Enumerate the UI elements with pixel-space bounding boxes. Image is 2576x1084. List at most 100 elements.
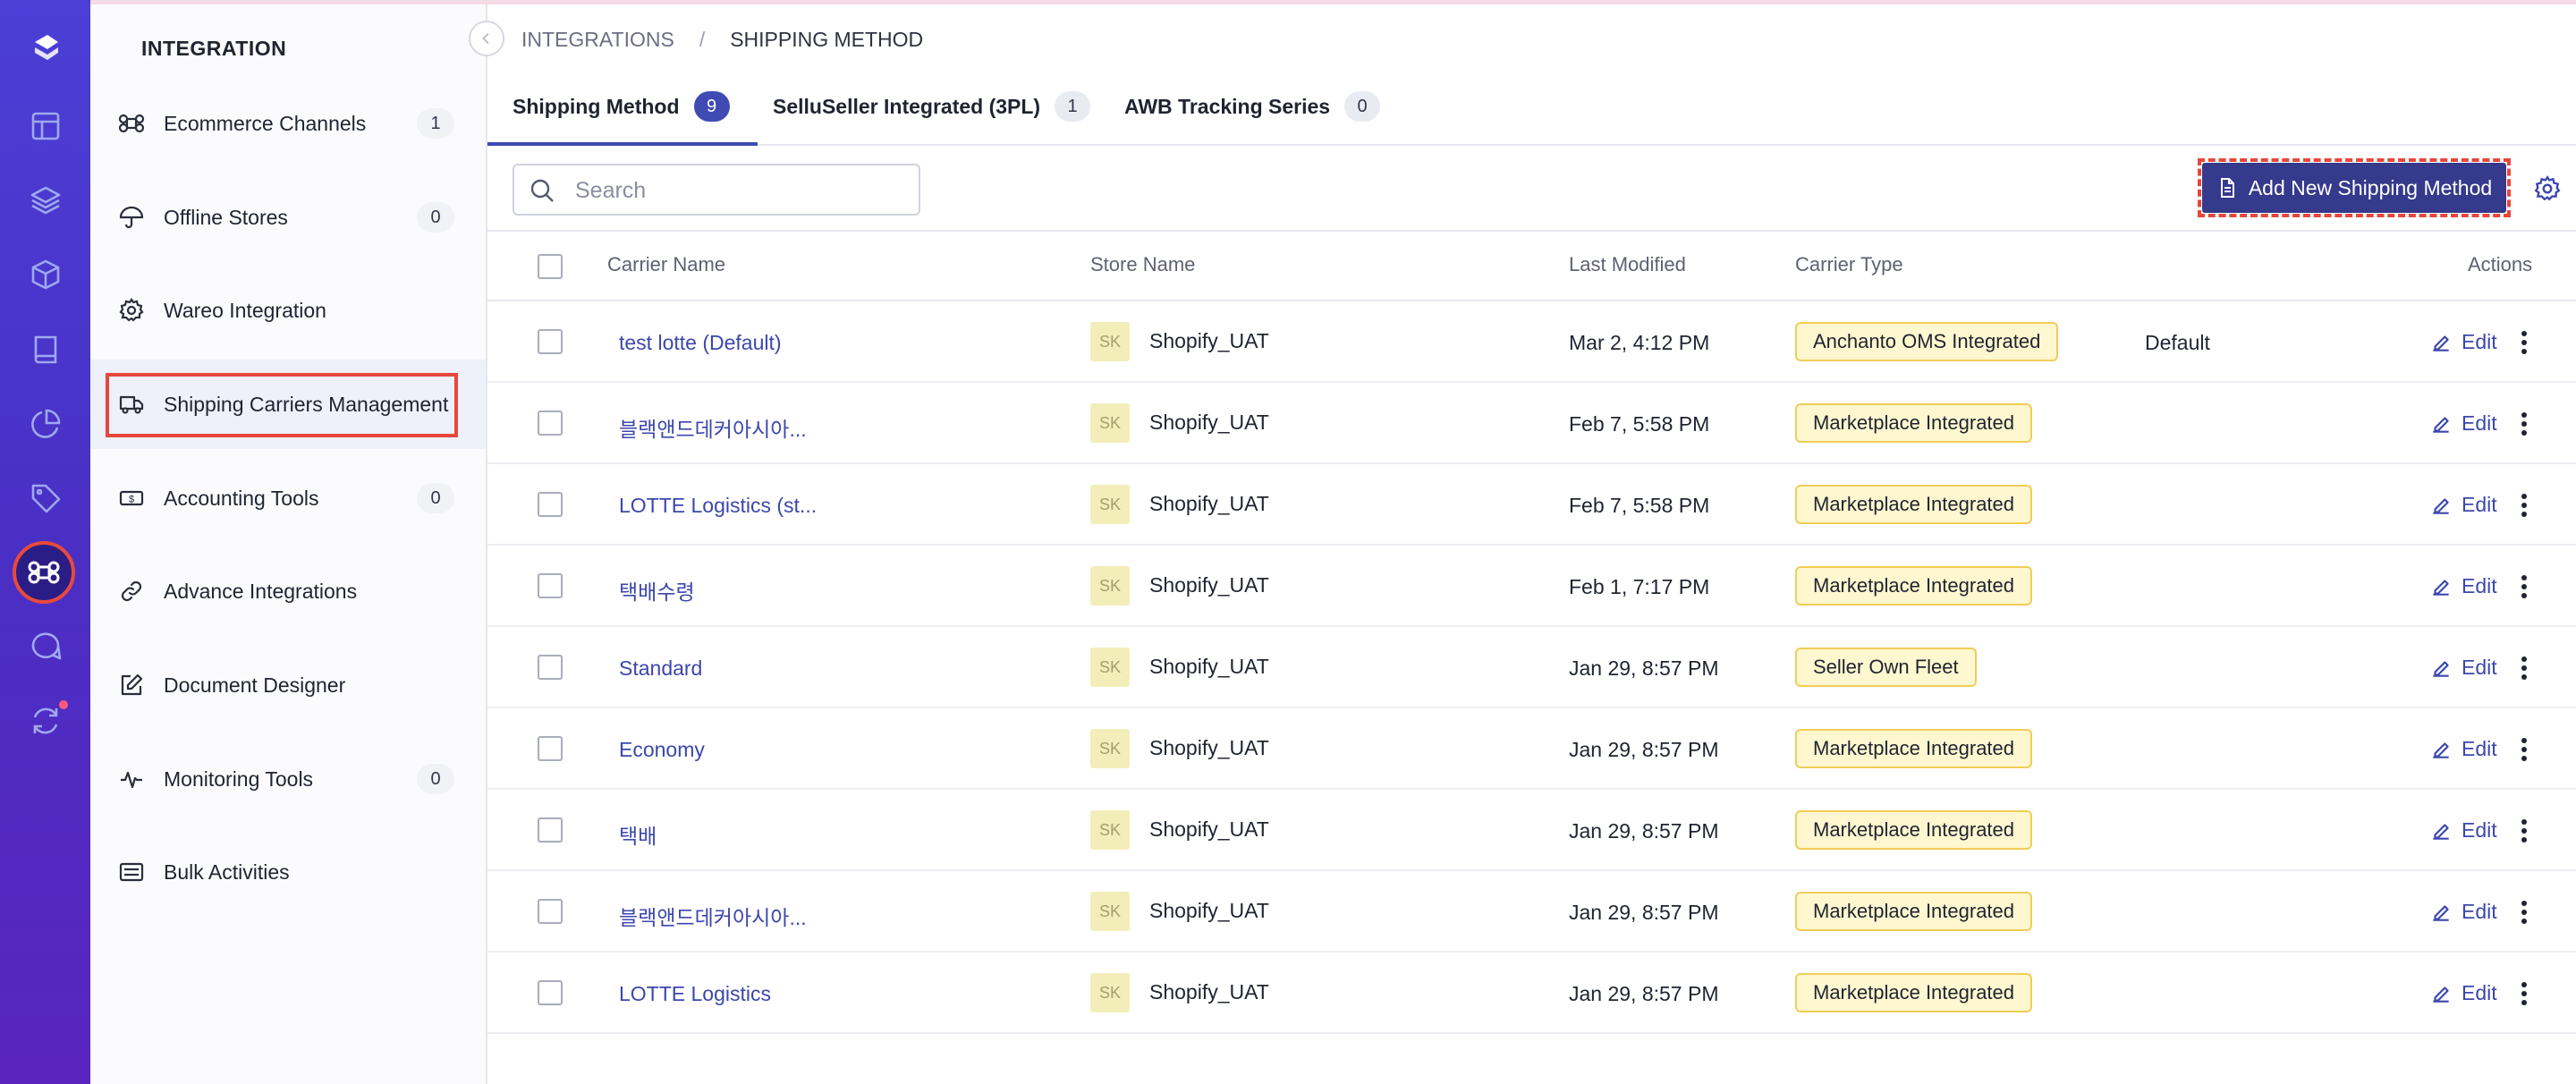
more-options-icon[interactable]	[2520, 573, 2529, 600]
row-checkbox[interactable]	[538, 817, 563, 843]
edit-button[interactable]: Edit	[2429, 411, 2497, 436]
more-options-icon[interactable]	[2520, 492, 2529, 519]
sidebar-item-monitoring-tools[interactable]: Monitoring Tools 0	[90, 734, 486, 824]
more-options-icon[interactable]	[2520, 655, 2529, 682]
more-options-icon[interactable]	[2520, 980, 2529, 1007]
app-icon-rail	[0, 0, 90, 1084]
carrier-type-badge: Seller Own Fleet	[1795, 648, 1977, 687]
chat-icon[interactable]	[0, 615, 90, 678]
table-row: Standard SK Shopify_UAT Jan 29, 8:57 PM Sell…	[487, 627, 2576, 708]
last-modified: Jan 29, 8:57 PM	[1569, 982, 1719, 1005]
more-options-icon[interactable]	[2520, 899, 2529, 926]
breadcrumb-integrations[interactable]: INTEGRATIONS	[521, 28, 674, 52]
sidebar-item-count: 0	[417, 483, 454, 513]
sidebar-item-bulk-activities[interactable]: Bulk Activities	[90, 827, 486, 917]
sidebar-item-label: Ecommerce Channels	[164, 111, 367, 135]
edit-button[interactable]: Edit	[2429, 574, 2497, 598]
row-checkbox[interactable]	[538, 573, 563, 598]
tab-count: 1	[1055, 91, 1091, 122]
gear-icon[interactable]	[2533, 174, 2562, 203]
row-checkbox[interactable]	[538, 411, 563, 436]
layers-icon[interactable]	[0, 169, 90, 232]
sidebar-item-ecommerce-channels[interactable]: Ecommerce Channels 1	[90, 79, 486, 168]
row-checkbox[interactable]	[538, 655, 563, 680]
store-name: Shopify_UAT	[1149, 573, 1269, 597]
row-checkbox[interactable]	[538, 899, 563, 924]
tab-count: 0	[1344, 91, 1381, 122]
carrier-name-link[interactable]: LOTTE Logistics	[619, 982, 771, 1006]
carrier-name-link[interactable]: 택배수령	[619, 575, 695, 606]
more-options-icon[interactable]	[2520, 817, 2529, 844]
command-icon	[28, 561, 60, 584]
edit-label: Edit	[2462, 818, 2497, 842]
book-icon[interactable]	[0, 318, 90, 381]
sidebar-item-label: Offline Stores	[164, 205, 288, 229]
carrier-name-link[interactable]: Economy	[619, 738, 705, 762]
pencil-icon	[2433, 579, 2449, 596]
header-store-name[interactable]: Store Name	[1090, 253, 1195, 276]
sidebar-item-advance-integrations[interactable]: Advance Integrations	[90, 546, 486, 636]
sync-icon[interactable]	[0, 690, 90, 752]
tab-shipping-method[interactable]: Shipping Method 9	[513, 67, 730, 146]
pencil-icon	[2433, 986, 2449, 1003]
sidebar-item-offline-stores[interactable]: Offline Stores 0	[90, 173, 486, 262]
last-modified: Jan 29, 8:57 PM	[1569, 656, 1719, 680]
sidebar-title: INTEGRATION	[141, 37, 287, 60]
table-row: LOTTE Logistics (st... SK Shopify_UAT Feb 7…	[487, 464, 2576, 546]
carrier-name-link[interactable]: 택배	[619, 819, 657, 850]
link-icon	[117, 577, 146, 606]
edit-button[interactable]: Edit	[2429, 656, 2497, 680]
logo-icon[interactable]	[0, 16, 90, 79]
edit-button[interactable]: Edit	[2429, 900, 2497, 924]
edit-button[interactable]: Edit	[2429, 981, 2497, 1005]
select-all-checkbox[interactable]	[538, 254, 563, 279]
carrier-name-link[interactable]: Standard	[619, 656, 702, 681]
tab-awb-tracking-series[interactable]: AWB Tracking Series 0	[1124, 67, 1381, 146]
table-header: Carrier Name Store Name Last Modified Ca…	[487, 232, 2576, 301]
carrier-name-link[interactable]: 블랙앤드데커아시아...	[619, 901, 807, 931]
row-checkbox[interactable]	[538, 736, 563, 761]
pencil-icon	[2433, 497, 2449, 514]
sidebar-item-document-designer[interactable]: Document Designer	[90, 640, 486, 730]
row-checkbox[interactable]	[538, 980, 563, 1005]
edit-button[interactable]: Edit	[2429, 818, 2497, 843]
header-carrier-name[interactable]: Carrier Name	[607, 253, 725, 276]
more-options-icon[interactable]	[2520, 411, 2529, 437]
edit-button[interactable]: Edit	[2429, 493, 2497, 517]
edit-button[interactable]: Edit	[2429, 330, 2497, 354]
carrier-name-link[interactable]: LOTTE Logistics (st...	[619, 494, 817, 518]
edit-button[interactable]: Edit	[2429, 737, 2497, 761]
pie-chart-icon[interactable]	[0, 393, 90, 455]
header-last-modified[interactable]: Last Modified	[1569, 253, 1686, 276]
carrier-name-link[interactable]: 블랙앤드데커아시아...	[619, 412, 807, 443]
sidebar-item-label: Wareo Integration	[164, 298, 326, 322]
carrier-name-link[interactable]: test lotte (Default)	[619, 331, 782, 355]
add-button-label: Add New Shipping Method	[2248, 175, 2493, 199]
integrations-rail-button[interactable]	[13, 541, 75, 604]
row-checkbox[interactable]	[538, 492, 563, 517]
more-options-icon[interactable]	[2520, 736, 2529, 763]
store-name: Shopify_UAT	[1149, 980, 1269, 1004]
store-avatar: SK	[1090, 648, 1130, 687]
search-input[interactable]	[573, 173, 908, 208]
more-options-icon[interactable]	[2520, 329, 2529, 356]
sidebar-item-wareo-integration[interactable]: Wareo Integration	[90, 266, 486, 355]
store-name: Shopify_UAT	[1149, 492, 1269, 515]
sidebar-item-count: 0	[417, 764, 454, 794]
store-avatar: SK	[1090, 729, 1130, 768]
tab-label: AWB Tracking Series	[1124, 94, 1331, 118]
box-icon[interactable]	[0, 243, 90, 306]
pencil-icon	[2433, 660, 2449, 677]
search-box	[513, 164, 920, 216]
header-actions: Actions	[2468, 253, 2533, 275]
sidebar-item-accounting-tools[interactable]: $ Accounting Tools 0	[90, 453, 486, 543]
header-carrier-type[interactable]: Carrier Type	[1795, 253, 1903, 276]
tag-icon[interactable]	[0, 467, 90, 529]
add-shipping-method-button[interactable]: Add New Shipping Method	[2202, 163, 2506, 213]
breadcrumb-separator: /	[699, 28, 706, 51]
tab-selluseller-integrated[interactable]: SelluSeller Integrated (3PL) 1	[773, 67, 1091, 146]
edit-label: Edit	[2462, 330, 2497, 353]
table-row: 블랙앤드데커아시아... SK Shopify_UAT Feb 7, 5:58 PM M…	[487, 383, 2576, 464]
row-checkbox[interactable]	[538, 329, 563, 354]
layout-icon[interactable]	[0, 95, 90, 157]
